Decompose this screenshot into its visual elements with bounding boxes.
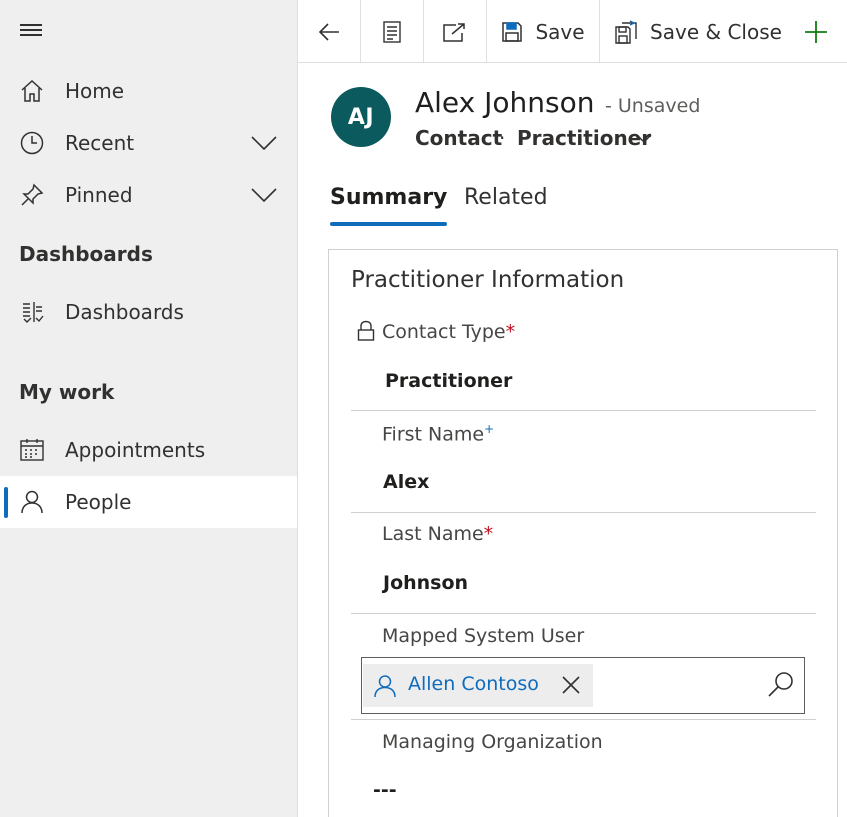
sitemap-sidebar: Home Recent Pinned Dashboards Dashboards… [0, 0, 298, 817]
recommended-marker: + [484, 422, 495, 436]
sidebar-item-label: Dashboards [65, 300, 184, 324]
managing-organization-label: Managing Organization [382, 731, 603, 753]
home-icon [21, 79, 43, 102]
lookup-tag-label[interactable]: Allen Contoso [408, 673, 539, 695]
managing-organization-field[interactable]: --- [373, 779, 397, 801]
pin-icon [21, 183, 44, 206]
form-selector[interactable]: Practitioner [517, 126, 651, 150]
sidebar-item-label: Recent [65, 131, 135, 155]
sidebar-item-label: Appointments [65, 438, 206, 462]
form-view-button[interactable] [361, 0, 424, 63]
save-close-icon [615, 19, 637, 44]
chevron-down-icon[interactable] [250, 186, 278, 204]
lock-icon [357, 320, 375, 341]
contact-type-label: Contact Type* [382, 321, 516, 343]
sidebar-item-pinned[interactable]: Pinned [0, 169, 297, 221]
save-button[interactable]: Save [487, 0, 600, 63]
avatar: AJ [331, 87, 391, 147]
save-and-close-button[interactable]: Save & Close [600, 0, 796, 63]
person-icon [374, 675, 396, 698]
lookup-tag[interactable]: Allen Contoso [363, 664, 593, 707]
sidebar-item-label: Pinned [65, 183, 133, 207]
section-title: Practitioner Information [351, 267, 625, 293]
sidebar-item-people[interactable]: People [0, 476, 297, 528]
last-name-label: Last Name* [382, 523, 494, 545]
open-new-window-button[interactable] [424, 0, 487, 63]
person-icon [21, 490, 43, 514]
sidebar-item-label: Home [65, 79, 125, 103]
last-name-field[interactable]: Johnson [383, 572, 468, 594]
pop-out-icon [443, 22, 465, 42]
record-title: Alex Johnson [415, 86, 595, 119]
first-name-label: First Name+ [382, 422, 495, 446]
required-marker: * [505, 321, 516, 343]
hamburger-menu-icon[interactable] [20, 24, 44, 40]
sidebar-item-appointments[interactable]: Appointments [0, 424, 297, 476]
close-icon[interactable] [560, 674, 582, 696]
sidebar-item-recent[interactable]: Recent [0, 117, 297, 169]
back-button[interactable] [298, 0, 361, 63]
required-marker: * [483, 523, 494, 545]
save-label: Save [535, 19, 585, 44]
form-icon [383, 20, 401, 43]
section-heading-my-work: My work [19, 380, 115, 404]
sidebar-item-label: People [65, 490, 132, 514]
save-status: - Unsaved [605, 95, 701, 117]
field-divider [351, 613, 816, 614]
field-divider [351, 410, 816, 411]
add-icon [805, 20, 827, 43]
header-separator: · [499, 126, 506, 150]
dashboard-icon [23, 302, 44, 323]
new-record-button[interactable] [796, 0, 836, 63]
calendar-icon [20, 439, 44, 461]
search-icon[interactable] [766, 670, 796, 700]
section-heading-dashboards: Dashboards [19, 242, 153, 266]
field-divider [351, 512, 816, 513]
save-close-label: Save & Close [650, 19, 782, 44]
tab-summary[interactable]: Summary [330, 185, 448, 226]
first-name-field[interactable]: Alex [383, 471, 429, 493]
entity-name: Contact [415, 126, 503, 150]
mapped-system-user-lookup[interactable]: Allen Contoso [361, 657, 805, 714]
contact-type-value: Practitioner [385, 370, 513, 392]
sidebar-item-dashboards[interactable]: Dashboards [0, 286, 297, 338]
mapped-system-user-label: Mapped System User [382, 625, 585, 647]
back-arrow-icon [318, 22, 339, 41]
tab-related[interactable]: Related [464, 185, 548, 210]
save-disk-icon [502, 21, 523, 42]
chevron-down-icon[interactable] [636, 134, 652, 144]
field-divider [351, 719, 816, 720]
clock-icon [20, 131, 44, 155]
sidebar-item-home[interactable]: Home [0, 65, 297, 117]
chevron-down-icon[interactable] [250, 134, 278, 152]
command-bar: Save Save & Close [298, 0, 847, 63]
